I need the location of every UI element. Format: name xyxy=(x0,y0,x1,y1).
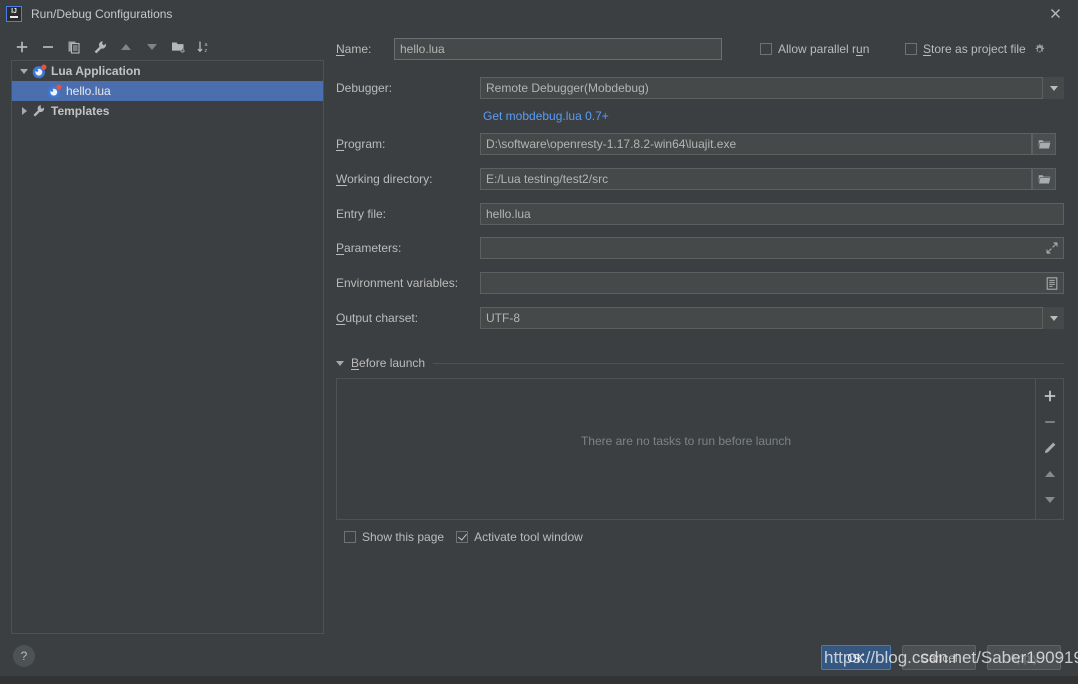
chevron-right-icon[interactable] xyxy=(17,101,31,121)
activate-tool-window-label: Activate tool window xyxy=(474,530,583,544)
svg-text:z: z xyxy=(204,48,207,54)
tree-item-label: hello.lua xyxy=(66,84,111,98)
move-down-button[interactable] xyxy=(140,35,164,59)
section-divider xyxy=(433,362,1064,364)
store-as-project-file-checkbox[interactable]: Store as project file xyxy=(905,42,1046,56)
show-this-page-checkbox[interactable]: Show this page xyxy=(344,530,444,544)
close-icon[interactable] xyxy=(1032,0,1078,27)
lua-icon xyxy=(46,83,62,99)
before-launch-options: Show this page Activate tool window xyxy=(344,530,583,544)
before-launch-task-list[interactable]: There are no tasks to run before launch xyxy=(336,378,1064,520)
debugger-label: Debugger: xyxy=(336,81,393,95)
edit-templates-button[interactable] xyxy=(88,35,112,59)
name-input[interactable]: hello.lua xyxy=(394,38,722,60)
new-folder-button[interactable] xyxy=(166,35,190,59)
output-charset-select[interactable]: UTF-8 xyxy=(480,307,1064,329)
environment-variables-input[interactable] xyxy=(480,272,1064,294)
chevron-down-icon[interactable] xyxy=(336,360,344,366)
checkbox-box[interactable] xyxy=(760,43,772,55)
working-directory-label: Working directory: xyxy=(336,172,433,186)
lua-icon xyxy=(31,63,47,79)
window-bottom-strip xyxy=(0,676,1078,684)
configurations-tree[interactable]: Lua Application hello.lua Templates xyxy=(11,60,324,634)
configurations-toolbar: a z xyxy=(10,34,315,60)
window-titlebar: IJ Run/Debug Configurations xyxy=(0,0,1078,27)
window-title: Run/Debug Configurations xyxy=(31,6,173,21)
get-mobdebug-link[interactable]: Get mobdebug.lua 0.7+ xyxy=(483,109,609,123)
before-launch-label: Before launch xyxy=(351,356,426,370)
gear-icon[interactable] xyxy=(1033,43,1046,56)
tree-item-label: Templates xyxy=(51,104,110,118)
apply-button: Apply xyxy=(987,645,1061,670)
name-label: Name: xyxy=(336,42,372,56)
intellij-idea-icon: IJ xyxy=(6,5,22,22)
remove-task-button[interactable] xyxy=(1037,409,1063,435)
chevron-down-icon[interactable] xyxy=(17,61,31,81)
help-button[interactable]: ? xyxy=(13,645,35,667)
program-input[interactable]: D:\software\openresty-1.17.8.2-win64\lua… xyxy=(480,133,1032,155)
move-up-button[interactable] xyxy=(114,35,138,59)
working-directory-input[interactable]: E:/Lua testing/test2/src xyxy=(480,168,1032,190)
expand-diagonal-icon[interactable] xyxy=(1040,237,1064,259)
tree-item-lua-application[interactable]: Lua Application xyxy=(12,61,323,81)
chevron-down-icon[interactable] xyxy=(1042,307,1064,329)
move-task-down-button[interactable] xyxy=(1037,487,1063,513)
folder-icon[interactable] xyxy=(1032,133,1056,155)
parameters-input[interactable] xyxy=(480,237,1064,259)
program-label: Program: xyxy=(336,137,386,151)
tree-item-hello-lua[interactable]: hello.lua xyxy=(12,81,323,101)
add-task-button[interactable] xyxy=(1037,383,1063,409)
copy-configuration-button[interactable] xyxy=(62,35,86,59)
checkbox-box[interactable] xyxy=(905,43,917,55)
entry-file-input[interactable]: hello.lua xyxy=(480,203,1064,225)
list-icon[interactable] xyxy=(1040,272,1064,294)
store-as-project-file-label: Store as project file xyxy=(923,42,1026,56)
before-launch-toolbar xyxy=(1035,379,1063,519)
checkbox-box[interactable] xyxy=(344,531,356,543)
move-task-up-button[interactable] xyxy=(1037,461,1063,487)
folder-icon[interactable] xyxy=(1032,168,1056,190)
allow-parallel-run-label: Allow parallel run xyxy=(778,42,870,56)
parameters-label: Parameters: xyxy=(336,241,402,255)
sort-configurations-button[interactable]: a z xyxy=(192,35,216,59)
environment-variables-label: Environment variables: xyxy=(336,276,459,290)
allow-parallel-run-checkbox[interactable]: Allow parallel run xyxy=(760,42,869,56)
chevron-down-icon[interactable] xyxy=(1042,77,1064,99)
cancel-button[interactable]: Cancel xyxy=(902,645,976,670)
remove-configuration-button[interactable] xyxy=(36,35,60,59)
ok-button[interactable]: OK xyxy=(821,645,891,670)
before-launch-empty-message: There are no tasks to run before launch xyxy=(580,434,792,448)
activate-tool-window-checkbox[interactable]: Activate tool window xyxy=(456,530,583,544)
pencil-icon[interactable] xyxy=(1037,435,1063,461)
add-configuration-button[interactable] xyxy=(10,35,34,59)
checkbox-box[interactable] xyxy=(456,531,469,543)
wrench-icon xyxy=(31,103,47,119)
output-charset-label: Output charset: xyxy=(336,311,419,325)
debugger-select[interactable]: Remote Debugger(Mobdebug) xyxy=(480,77,1064,99)
show-this-page-label: Show this page xyxy=(362,530,445,544)
tree-item-templates[interactable]: Templates xyxy=(12,101,323,121)
before-launch-section-header[interactable]: Before launch xyxy=(336,355,1064,371)
tree-item-label: Lua Application xyxy=(51,64,141,78)
entry-file-label: Entry file: xyxy=(336,207,387,221)
